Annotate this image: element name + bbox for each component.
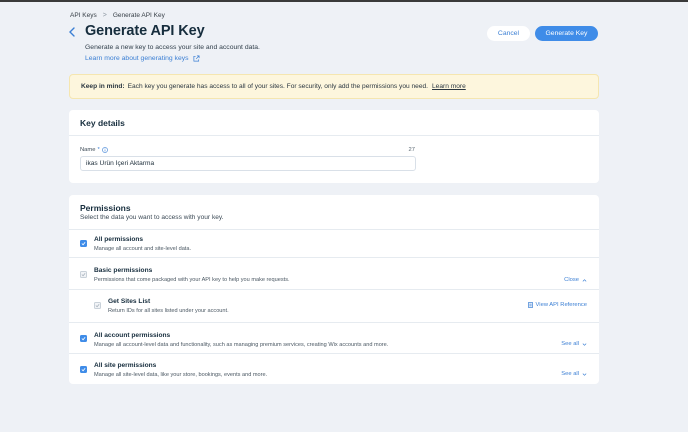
view-api-reference-link[interactable]: View API Reference	[527, 302, 587, 308]
permission-title: Get Sites List	[108, 298, 151, 305]
permission-row-all: All permissions Manage all account and s…	[69, 230, 599, 258]
permission-desc: Manage all account and site-level data.	[94, 246, 192, 252]
info-icon[interactable]	[101, 147, 108, 153]
check-icon	[81, 272, 86, 277]
chevron-up-icon	[582, 278, 587, 282]
permission-row-basic: Basic permissions Permissions that come …	[69, 259, 599, 290]
learn-more-link[interactable]: Learn more about generating keys	[85, 55, 200, 62]
notice-heading: Keep in mind:	[81, 83, 125, 90]
notice-text: Each key you generate has access to all …	[127, 83, 429, 90]
permission-desc: Permissions that come packaged with your…	[94, 277, 290, 283]
permission-desc: Return IDs for all sites listed under yo…	[108, 308, 229, 314]
close-label: Close	[564, 277, 579, 283]
see-all-site-permissions-button[interactable]: See all	[561, 371, 587, 377]
check-icon	[81, 336, 86, 341]
breadcrumb: API Keys > Generate API Key	[70, 12, 165, 19]
key-details-title: Key details	[69, 110, 599, 136]
site-permissions-checkbox[interactable]	[80, 366, 87, 373]
breadcrumb-parent-link[interactable]: API Keys	[70, 12, 97, 19]
permission-row-get-sites-list: Get Sites List Return IDs for all sites …	[69, 291, 599, 323]
name-input[interactable]	[80, 156, 416, 171]
document-icon	[527, 302, 533, 308]
see-all-label: See all	[561, 341, 579, 347]
basic-permissions-checkbox[interactable]	[80, 271, 87, 278]
permission-title: All account permissions	[94, 332, 171, 339]
permission-row-site: All site permissions Manage all site-lev…	[69, 355, 599, 384]
chevron-down-icon	[582, 342, 587, 346]
view-api-reference-label: View API Reference	[535, 302, 587, 308]
check-icon	[81, 367, 86, 372]
close-basic-permissions-button[interactable]: Close	[564, 277, 587, 283]
name-char-count: 27	[408, 147, 415, 153]
name-label-text: Name	[80, 147, 96, 153]
breadcrumb-current: Generate API Key	[112, 12, 165, 19]
learn-more-link-label: Learn more about generating keys	[85, 55, 189, 62]
permission-desc: Manage all site-level data, like your st…	[94, 372, 268, 378]
permissions-title: Permissions	[80, 203, 131, 213]
check-icon	[81, 241, 86, 246]
breadcrumb-separator: >	[102, 12, 107, 19]
page-subtitle: Generate a new key to access your site a…	[85, 44, 260, 51]
name-field-label: Name *	[80, 147, 108, 153]
chevron-down-icon	[582, 372, 587, 376]
permission-title: Basic permissions	[94, 267, 153, 274]
permissions-card: Permissions Select the data you want to …	[69, 195, 599, 384]
permissions-subtitle: Select the data you want to access with …	[80, 214, 224, 221]
cancel-button[interactable]: Cancel	[487, 26, 530, 41]
account-permissions-checkbox[interactable]	[80, 335, 87, 342]
notice-learn-more-link[interactable]: Learn more	[432, 83, 466, 90]
page-title: Generate API Key	[85, 23, 205, 39]
key-details-card: Key details Name * 27	[69, 110, 599, 183]
see-all-account-permissions-button[interactable]: See all	[561, 341, 587, 347]
keep-in-mind-notice: Keep in mind: Each key you generate has …	[69, 74, 599, 99]
window-top-border	[0, 0, 688, 2]
all-permissions-checkbox[interactable]	[80, 240, 87, 247]
required-mark: *	[97, 147, 100, 153]
get-sites-list-checkbox[interactable]	[94, 302, 101, 309]
back-button[interactable]	[68, 27, 78, 39]
check-icon	[95, 303, 100, 308]
permission-title: All permissions	[94, 236, 144, 243]
chevron-left-icon	[69, 27, 75, 37]
generate-key-button[interactable]: Generate Key	[535, 26, 598, 41]
permission-title: All site permissions	[94, 362, 157, 369]
external-link-icon	[193, 55, 200, 62]
permission-row-account: All account permissions Manage all accou…	[69, 324, 599, 354]
permission-desc: Manage all account-level data and functi…	[94, 342, 389, 348]
see-all-label: See all	[561, 371, 579, 377]
